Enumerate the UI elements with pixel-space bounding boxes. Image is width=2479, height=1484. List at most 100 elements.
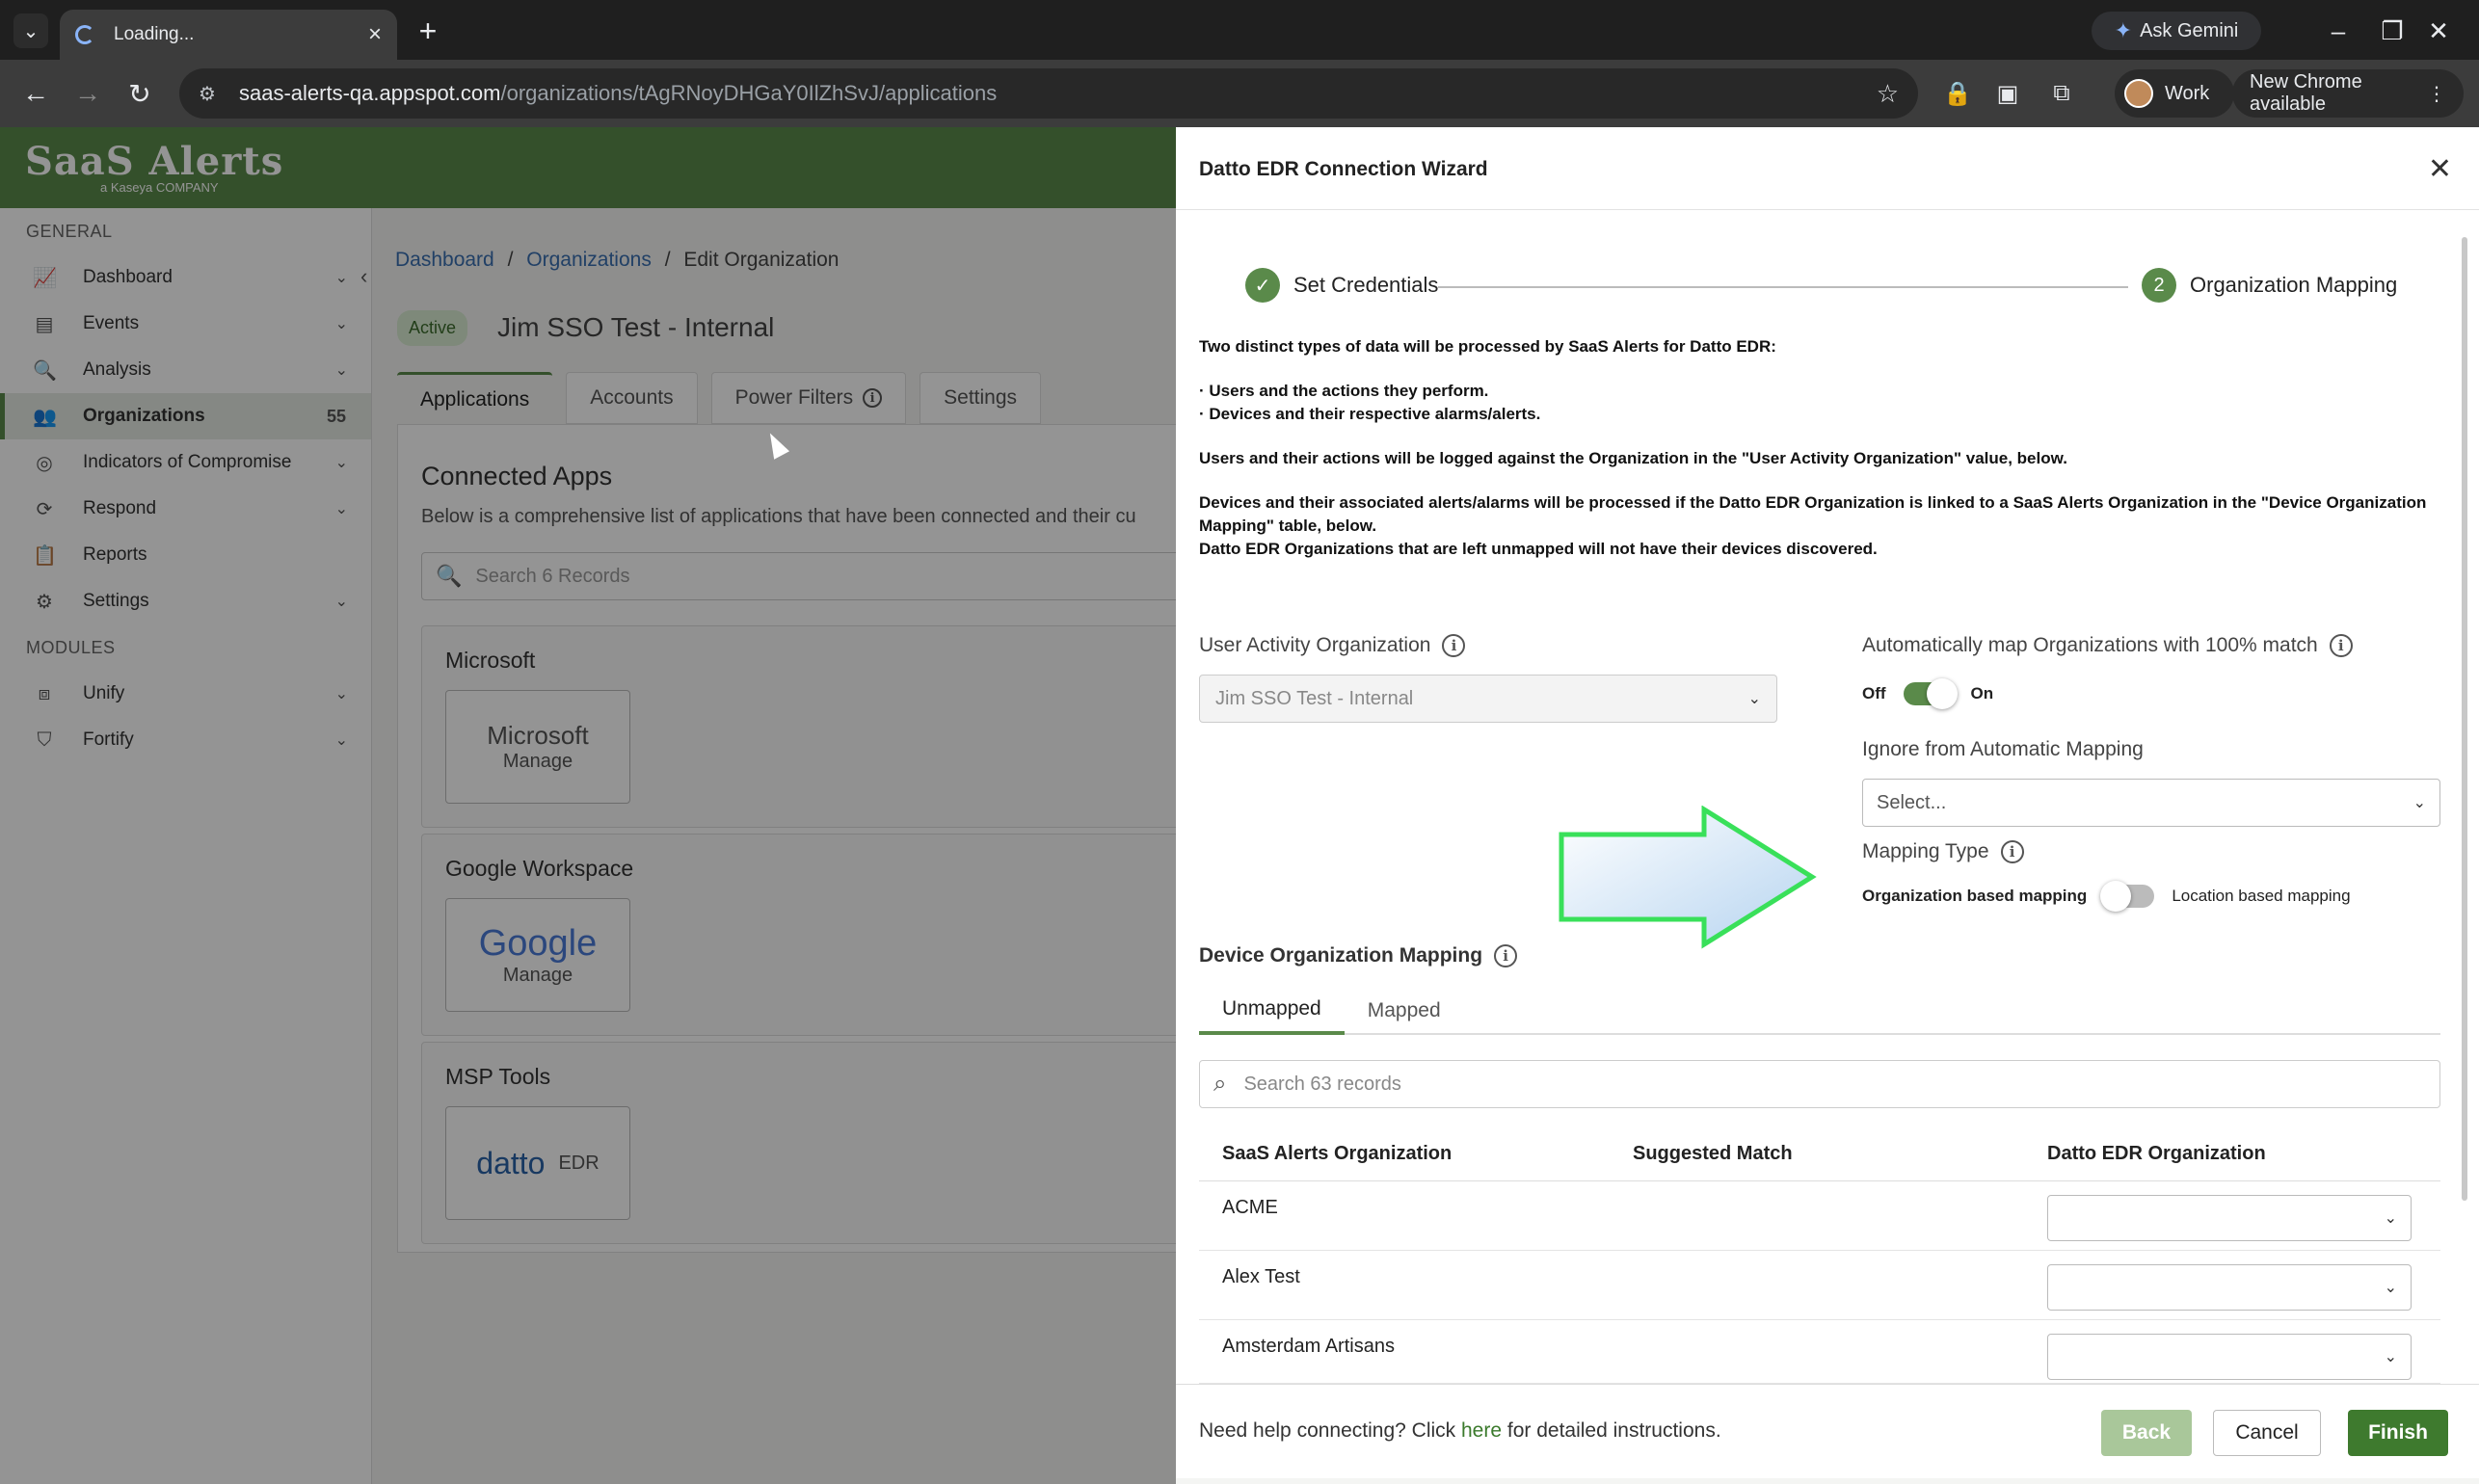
chrome-update-button[interactable]: New Chrome available ⋮ (2232, 69, 2464, 118)
info-icon[interactable]: i (1442, 634, 1466, 657)
window-close-icon[interactable]: ✕ (2410, 12, 2467, 50)
select-value: Jim SSO Test - Internal (1215, 687, 1414, 709)
drawer-scrollbar[interactable] (2460, 224, 2469, 1380)
info-icon[interactable]: i (1494, 944, 1518, 967)
ignore-mapping-select[interactable]: Select... ⌄ (1862, 779, 2440, 827)
field-label: User Activity Organization (1199, 634, 1431, 656)
intro-line: · Users and the actions they perform. (1199, 382, 1489, 400)
url-host: saas-alerts-qa.appspot.com (239, 81, 501, 105)
reload-icon[interactable]: ↻ (120, 73, 160, 114)
intro-line: Two distinct types of data will be proce… (1199, 337, 1776, 356)
new-tab-plus-icon[interactable]: + (411, 13, 445, 48)
update-label: New Chrome available (2250, 71, 2362, 115)
select-placeholder: Select... (1877, 791, 1947, 813)
help-link[interactable]: here (1461, 1419, 1502, 1442)
chevron-down-icon: ⌄ (2384, 1349, 2397, 1365)
info-icon[interactable]: i (2329, 634, 2353, 657)
step-label: Set Credentials (1293, 273, 1439, 297)
device-mapping-label: Device Organization Mapping i (1199, 944, 1518, 967)
annotation-arrow-icon (1559, 806, 1817, 949)
chevron-down-icon: ⌄ (2412, 795, 2426, 811)
back-button[interactable]: Back (2101, 1410, 2192, 1456)
field-label: Mapping Type (1862, 840, 1989, 862)
column-header: SaaS Alerts Organization (1222, 1143, 1453, 1164)
org-name-cell: Alex Test (1222, 1266, 1300, 1287)
field-label: Device Organization Mapping (1199, 944, 1483, 967)
intro-line: Users and their actions will be logged a… (1199, 449, 2067, 467)
finish-button[interactable]: Finish (2348, 1410, 2448, 1456)
connection-wizard-drawer: Datto EDR Connection Wizard ✕ ✓ Set Cred… (1176, 127, 2479, 1478)
drawer-header: Datto EDR Connection Wizard ✕ (1176, 127, 2479, 210)
info-icon[interactable]: i (2000, 840, 2024, 863)
search-placeholder: Search 63 records (1243, 1073, 1401, 1095)
help-prefix: Need help connecting? Click (1199, 1419, 1461, 1442)
modal-backdrop[interactable] (0, 127, 1176, 1484)
table-row: Amsterdam Artisans ⌄ (1199, 1320, 2440, 1384)
close-icon[interactable]: ✕ (2428, 152, 2452, 186)
mapping-search-input[interactable]: ⌕ Search 63 records (1199, 1060, 2440, 1108)
table-row: ACME ⌄ (1199, 1181, 2440, 1251)
more-vertical-icon[interactable]: ⋮ (2427, 82, 2446, 106)
wizard-intro-text: Two distinct types of data will be proce… (1199, 335, 2452, 561)
toggle-on-label: On (1970, 684, 1994, 702)
help-suffix: for detailed instructions. (1502, 1419, 1721, 1442)
org-name-cell: Amsterdam Artisans (1222, 1336, 1395, 1357)
drawer-footer: Need help connecting? Click here for det… (1176, 1384, 2479, 1478)
edr-org-select[interactable]: ⌄ (2047, 1264, 2412, 1311)
drawer-title: Datto EDR Connection Wizard (1199, 158, 1488, 180)
chevron-down-icon: ⌄ (1747, 691, 1761, 707)
checkmark-icon: ✓ (1245, 268, 1280, 303)
chevron-down-icon: ⌄ (2384, 1210, 2397, 1227)
url-path: /organizations/tAgRNoyDHGaY0IlZhSvJ/appl… (500, 81, 998, 105)
table-header: SaaS Alerts Organization Suggested Match… (1199, 1127, 2440, 1181)
help-text: Need help connecting? Click here for det… (1199, 1419, 1721, 1443)
tab-unmapped[interactable]: Unmapped (1199, 987, 1345, 1035)
extensions-puzzle-icon[interactable]: ⧉ (2045, 77, 2078, 110)
profile-button[interactable]: Work (2115, 69, 2234, 118)
column-header: Suggested Match (1633, 1143, 1793, 1164)
mapping-tabs: Unmapped Mapped (1199, 987, 2440, 1035)
tab-title: Loading... (114, 24, 195, 44)
auto-map-toggle[interactable] (1903, 678, 1958, 709)
wizard-stepper: ✓ Set Credentials 2 Organization Mapping (1245, 268, 2419, 306)
mapping-org-label: Organization based mapping (1862, 887, 2088, 905)
intro-line: · Devices and their respective alarms/al… (1199, 405, 1541, 423)
mapping-loc-label: Location based mapping (2172, 887, 2351, 905)
address-bar[interactable]: ⚙ saas-alerts-qa.appspot.com/organizatio… (179, 68, 1918, 119)
step-set-credentials: ✓ Set Credentials (1245, 268, 1438, 303)
lock-extension-icon[interactable]: 🔒 (1941, 77, 1974, 110)
tab-mapped[interactable]: Mapped (1345, 987, 1464, 1035)
tab-close-icon[interactable]: × (368, 21, 382, 48)
loading-spinner-icon (75, 25, 94, 44)
step-organization-mapping: 2 Organization Mapping (2142, 268, 2397, 303)
auto-map-label: Automatically map Organizations with 100… (1862, 634, 2353, 657)
cancel-button[interactable]: Cancel (2213, 1410, 2321, 1456)
step-connector (1438, 286, 2128, 288)
browser-tab-bar: ⌄ Loading... × + ✦ Ask Gemini – ❐ ✕ (0, 0, 2479, 60)
mapping-type-label: Mapping Type i (1862, 840, 2024, 863)
forward-arrow-icon[interactable]: → (67, 73, 108, 114)
org-name-cell: ACME (1222, 1197, 1278, 1218)
edr-org-select[interactable]: ⌄ (2047, 1334, 2412, 1380)
back-arrow-icon[interactable]: ← (15, 73, 56, 114)
minimize-icon[interactable]: – (2309, 12, 2367, 50)
mapping-type-toggle[interactable] (2100, 881, 2155, 912)
user-activity-label: User Activity Organization i (1199, 634, 1466, 657)
tab-search-chevron-icon[interactable]: ⌄ (13, 13, 48, 48)
ignore-label: Ignore from Automatic Mapping (1862, 738, 2144, 761)
user-activity-select: Jim SSO Test - Internal ⌄ (1199, 675, 1777, 723)
edr-org-select[interactable]: ⌄ (2047, 1195, 2412, 1241)
search-icon: ⌕ (1213, 1071, 1227, 1097)
site-info-icon[interactable]: ⚙ (199, 82, 222, 105)
step-label: Organization Mapping (2190, 273, 2398, 297)
browser-toolbar: ← → ↻ ⚙ saas-alerts-qa.appspot.com/organ… (0, 60, 2479, 127)
step-number: 2 (2142, 268, 2176, 303)
table-row: Alex Test ⌄ (1199, 1251, 2440, 1320)
ask-gemini-button[interactable]: ✦ Ask Gemini (2092, 12, 2261, 50)
profile-label: Work (2165, 82, 2210, 104)
purple-extension-icon[interactable]: ▣ (1991, 77, 2024, 110)
intro-line: Devices and their associated alerts/alar… (1199, 493, 2427, 535)
browser-tab[interactable]: Loading... × (60, 10, 397, 60)
mapping-type-toggle-row: Organization based mapping Location base… (1862, 881, 2351, 912)
bookmark-star-icon[interactable]: ☆ (1877, 79, 1899, 109)
